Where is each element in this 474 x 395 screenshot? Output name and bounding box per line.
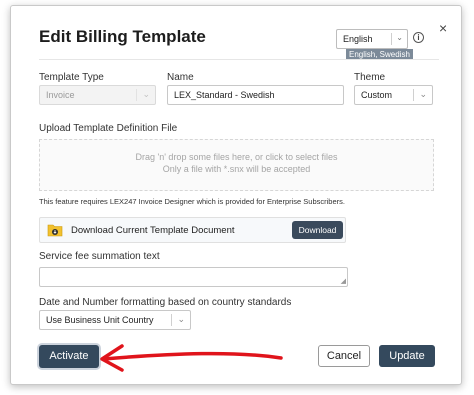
activate-button[interactable]: Activate [39, 345, 99, 368]
template-type-value: Invoice [46, 90, 75, 100]
file-dropzone[interactable]: Drag 'n' drop some files here, or click … [39, 139, 434, 191]
chevron-down-icon: ⌄ [396, 33, 403, 42]
language-select-value: English [343, 34, 373, 44]
theme-select[interactable]: Custom ⌄ [354, 85, 433, 105]
download-button[interactable]: Download [292, 221, 343, 239]
download-text: Download Current Template Document [71, 225, 235, 236]
theme-value: Custom [361, 90, 393, 100]
upload-label: Upload Template Definition File [39, 123, 178, 134]
header-divider [39, 59, 439, 60]
download-template-bar: Download Current Template Document Downl… [39, 217, 346, 243]
select-divider [136, 89, 137, 101]
dropzone-line2: Only a file with *.snx will be accepted [162, 164, 311, 174]
feature-note: This feature requires LEX247 Invoice Des… [39, 197, 345, 206]
folder-download-icon [47, 224, 63, 237]
formatting-select[interactable]: Use Business Unit Country ⌄ [39, 310, 191, 330]
chevron-down-icon: ⌄ [177, 314, 185, 324]
formatting-label: Date and Number formatting based on coun… [39, 297, 292, 308]
chevron-down-icon: ⌄ [142, 89, 150, 99]
close-icon[interactable]: × [439, 20, 447, 36]
select-divider [171, 314, 172, 326]
chevron-down-icon: ⌄ [419, 89, 427, 99]
info-icon[interactable]: i [413, 32, 424, 43]
service-fee-textarea[interactable]: ◢ [39, 267, 348, 287]
dropzone-line1: Drag 'n' drop some files here, or click … [135, 152, 338, 162]
red-arrow-annotation [100, 344, 283, 372]
template-type-label: Template Type [39, 72, 104, 83]
name-input-value: LEX_Standard - Swedish [174, 90, 275, 100]
language-select[interactable]: English ⌄ [336, 29, 408, 49]
formatting-value: Use Business Unit Country [46, 315, 154, 325]
resize-handle-icon[interactable]: ◢ [341, 278, 346, 285]
dialog-title: Edit Billing Template [39, 27, 206, 46]
name-label: Name [167, 72, 194, 83]
theme-label: Theme [354, 72, 386, 83]
service-fee-label: Service fee summation text [39, 251, 160, 262]
select-divider [413, 89, 414, 101]
edit-billing-template-dialog: Edit Billing Template × English ⌄ Englis… [10, 5, 462, 385]
update-button[interactable]: Update [379, 345, 435, 367]
name-input[interactable]: LEX_Standard - Swedish [167, 85, 344, 105]
cancel-button[interactable]: Cancel [318, 345, 370, 367]
select-divider [391, 33, 392, 45]
template-type-select: Invoice ⌄ [39, 85, 156, 105]
arrow-shaft [102, 351, 283, 361]
